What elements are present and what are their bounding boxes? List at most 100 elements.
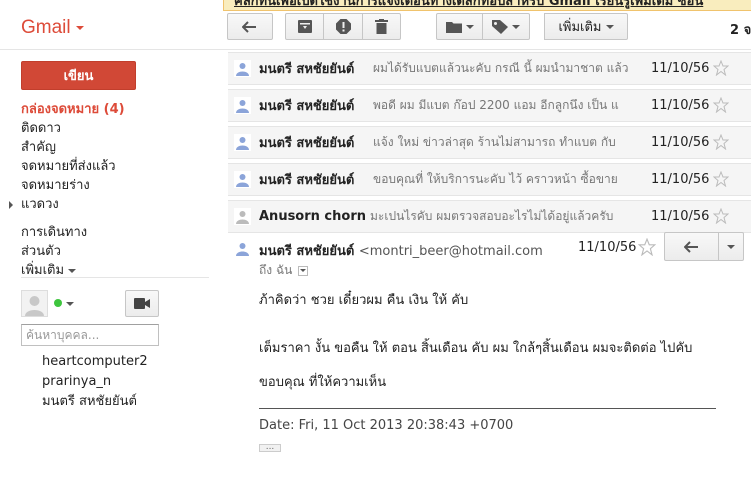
contact-avatar-icon [234, 240, 251, 257]
label-navigation: กล่องจดหมาย (4) ติดดาว สำคัญ จดหมายที่ส่… [9, 100, 211, 280]
message-date: 11/10/56 [651, 98, 710, 113]
chevron-down-icon [605, 24, 614, 29]
chevron-down-icon [512, 24, 520, 29]
chevron-down-icon [727, 244, 735, 249]
avatar[interactable] [21, 290, 48, 317]
folder-icon [445, 21, 462, 33]
nav-personal[interactable]: ส่วนตัว [21, 242, 211, 261]
message-sender: Anusorn chorn [259, 209, 366, 224]
star-icon[interactable] [713, 97, 729, 113]
message-header-sender[interactable]: มนตรี สหชัยยันต์ <montri_beer@hotmail.co… [259, 240, 543, 261]
contact-avatar-icon [234, 171, 251, 188]
nav-circles-label: แวดวง [21, 197, 59, 212]
archive-button[interactable] [285, 13, 324, 40]
chat-contact-list: heartcomputer2 prarinya_n มนตรี สหชัยยัน… [42, 352, 148, 412]
star-icon[interactable] [713, 171, 729, 187]
message-body-line: เต็มราคา งั้น ขอคืน ให้ ตอน สิ้นเดือน คั… [259, 341, 693, 356]
collapsed-message[interactable]: มนตรี สหชัยยันต์ ขอบคุณที่ ให้บริการนะคั… [228, 163, 751, 196]
nav-inbox[interactable]: กล่องจดหมาย (4) [21, 100, 211, 119]
gmail-menu[interactable]: Gmail [21, 17, 84, 39]
star-icon[interactable] [713, 134, 729, 150]
compose-button[interactable]: เขียน [21, 61, 136, 90]
chevron-down-icon[interactable] [66, 302, 74, 306]
star-icon[interactable] [638, 238, 656, 256]
move-to-button[interactable] [436, 13, 483, 40]
person-icon [25, 296, 44, 316]
message-snippet: มะเปนไรคับ ผมตรวจสอบอะไรไม่ได้อยู่แล้วคร… [370, 209, 614, 223]
nav-travel[interactable]: การเดินทาง [21, 223, 211, 242]
quote-divider [259, 408, 716, 409]
chat-status-icon[interactable] [54, 299, 62, 307]
more-actions-button[interactable]: เพิ่มเติม [544, 13, 628, 40]
nav-important[interactable]: สำคัญ [21, 138, 211, 157]
reply-more-button[interactable] [719, 232, 744, 261]
label-button-group [436, 13, 530, 40]
report-spam-button[interactable] [324, 13, 363, 40]
spam-icon [335, 19, 351, 34]
trash-icon [375, 19, 388, 34]
show-trimmed-content-button[interactable]: ... [259, 443, 281, 452]
contact-avatar-icon [234, 97, 251, 114]
nav-circles[interactable]: แวดวง [9, 195, 211, 214]
more-actions-group: เพิ่มเติม [544, 13, 628, 40]
collapsed-message[interactable]: มนตรี สหชัยยันต์ แจ้ง ใหม่ ข่าวล่าสุด ร้… [228, 126, 751, 159]
show-details-button[interactable] [298, 265, 309, 276]
star-icon[interactable] [713, 208, 729, 224]
arrow-back-icon [242, 20, 256, 33]
gmail-logo: Gmail [21, 17, 71, 38]
chat-contact[interactable]: heartcomputer2 [42, 352, 148, 372]
message-date: 11/10/56 [651, 135, 710, 150]
header-divider [0, 49, 751, 50]
message-sender: มนตรี สหชัยยันต์ [259, 99, 355, 114]
message-body-line: ภ้าคิดว่า ชวย เดี๋ยวผม คืน เงิน ให้ คับ [259, 293, 469, 308]
chat-contact[interactable]: prarinya_n [42, 372, 148, 392]
message-date: 11/10/56 [578, 240, 637, 255]
reply-icon [683, 240, 698, 253]
message-date: 11/10/56 [651, 172, 710, 187]
expand-arrow-icon[interactable] [9, 201, 13, 209]
message-snippet: พอดี ผม มีแบต ก๊อป 2200 แอม อีกลูกนึง เป… [373, 98, 619, 112]
nav-sent[interactable]: จดหมายที่ส่งแล้ว [21, 157, 211, 176]
quoted-date-line: Date: Fri, 11 Oct 2013 20:38:43 +0700 [259, 418, 514, 433]
desktop-notification-banner[interactable]: คลิกที่นี่เพื่อเปิดใช้งานการแจ้งเตือนทาง… [223, 0, 751, 11]
contact-avatar-icon [234, 208, 251, 225]
conversation-thread: มนตรี สหชัยยันต์ ผมได้รับแบตแล้วนะคับ กร… [228, 52, 751, 237]
nav-drafts[interactable]: จดหมายร่าง [21, 176, 211, 195]
chevron-down-icon [68, 268, 77, 273]
collapsed-message[interactable]: มนตรี สหชัยยันต์ ผมได้รับแบตแล้วนะคับ กร… [228, 52, 751, 85]
more-actions-label: เพิ่มเติม [558, 20, 602, 35]
nav-starred[interactable]: ติดดาว [21, 119, 211, 138]
banner-text[interactable]: คลิกที่นี่เพื่อเปิดใช้งานการแจ้งเตือนทาง… [224, 0, 703, 9]
message-sender: มนตรี สหชัยยันต์ [259, 136, 355, 151]
sender-email: <montri_beer@hotmail.com [358, 244, 543, 259]
chevron-down-icon [75, 26, 84, 30]
sender-name: มนตรี สหชัยยันต์ [259, 244, 355, 259]
chevron-down-icon [465, 24, 474, 29]
recipient-line: ถึง ฉัน [259, 261, 309, 280]
message-body-line: ขอบคุณ ที่ให้ความเห็น [259, 375, 387, 390]
message-snippet: ผมได้รับแบตแล้วนะคับ กรณี นี้ ผมนำมาชาต … [373, 61, 629, 75]
video-call-button[interactable] [125, 290, 159, 317]
collapsed-message[interactable]: มนตรี สหชัยยันต์ พอดี ผม มีแบต ก๊อป 2200… [228, 89, 751, 122]
chevron-down-icon [300, 269, 307, 272]
message-snippet: แจ้ง ใหม่ ข่าวล่าสุด ร้านไม่สามารถ ทำแบต… [373, 135, 616, 149]
people-search-input[interactable] [21, 324, 159, 346]
message-sender: มนตรี สหชัยยันต์ [259, 173, 355, 188]
star-icon[interactable] [713, 60, 729, 76]
labels-button[interactable] [483, 13, 530, 40]
message-date: 11/10/56 [651, 209, 710, 224]
collapsed-message[interactable]: Anusorn chorn มะเปนไรคับ ผมตรวจสอบอะไรไม… [228, 200, 751, 233]
recipient-text: ถึง ฉัน [259, 263, 293, 277]
chat-contact[interactable]: มนตรี สหชัยยันต์ [42, 392, 148, 412]
reply-button-group [664, 232, 744, 261]
label-tag-icon [492, 19, 508, 34]
page-info: 2 จ [730, 23, 751, 38]
message-sender: มนตรี สหชัยยันต์ [259, 62, 355, 77]
archive-icon [297, 20, 312, 33]
reply-button[interactable] [664, 232, 719, 261]
delete-button[interactable] [363, 13, 401, 40]
message-snippet: ขอบคุณที่ ให้บริการนะคับ ไว้ คราวหน้า ซื… [373, 172, 618, 186]
contact-avatar-icon [234, 134, 251, 151]
back-button[interactable] [227, 13, 273, 40]
action-button-group [285, 13, 401, 40]
